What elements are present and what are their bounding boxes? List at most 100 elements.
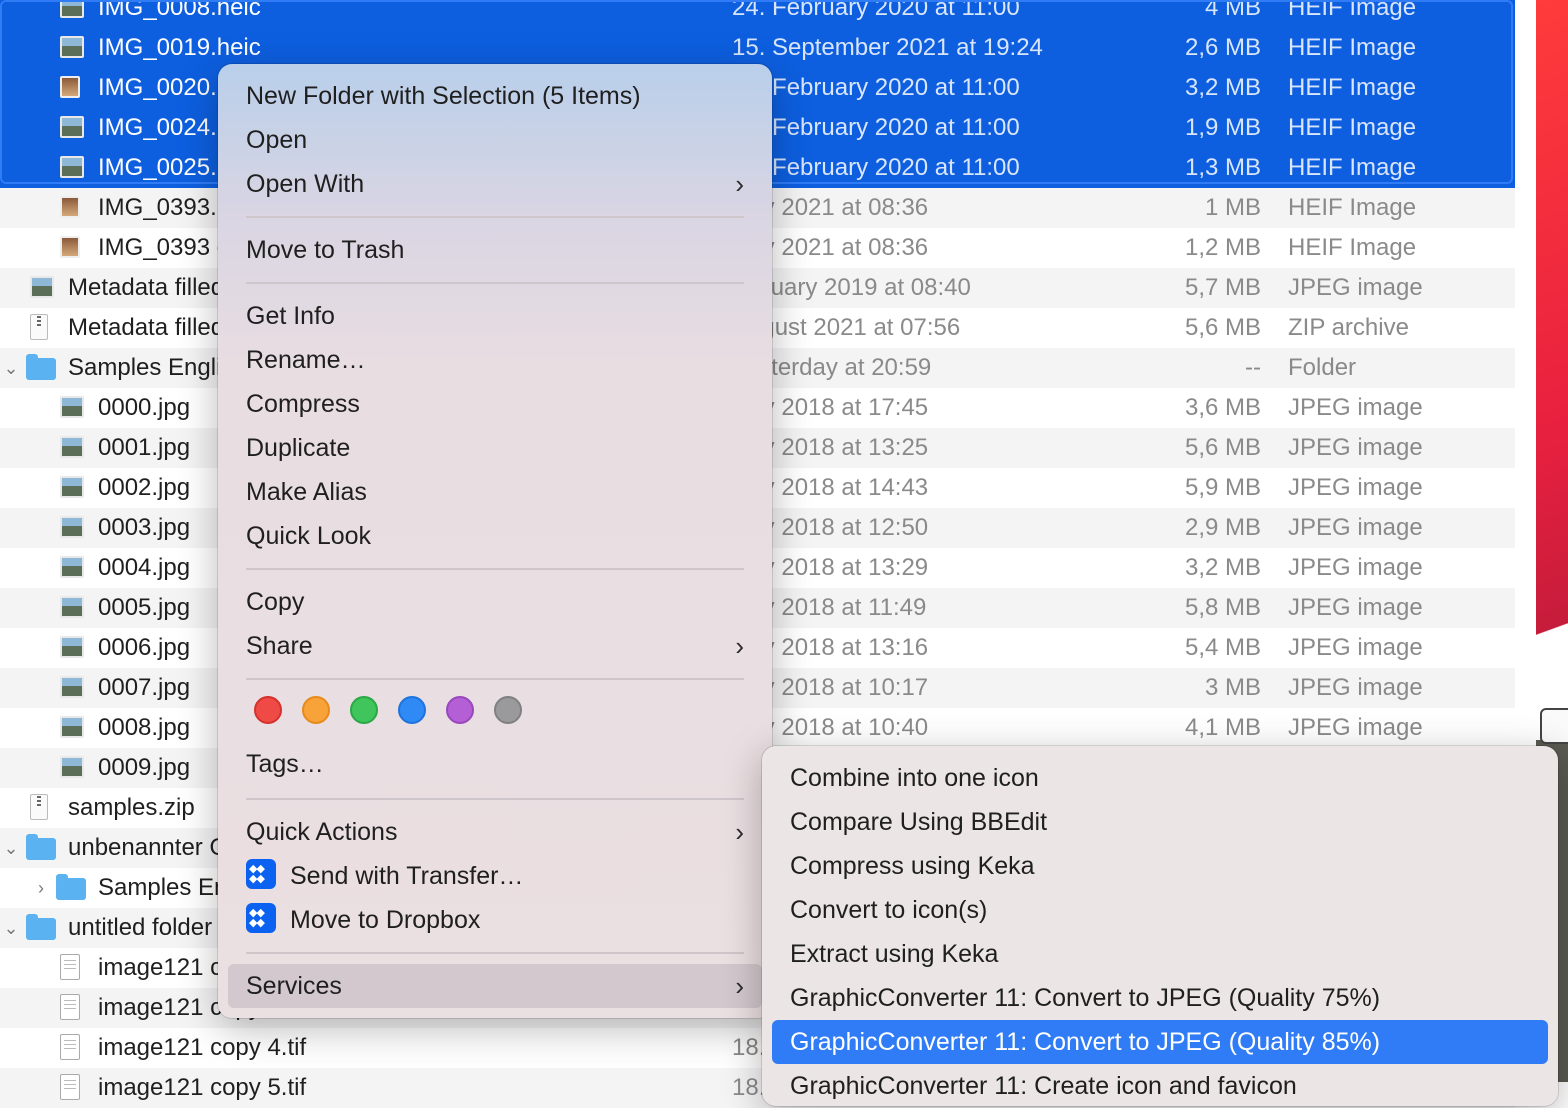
file-date: 24. February 2020 at 11:00 [732,0,1020,21]
menu-item-label: Duplicate [246,434,351,462]
image-file-icon [60,396,84,418]
table-row[interactable]: IMG_0008.heic 24. February 2020 at 11:00 4… [0,0,1515,28]
menu-separator [246,798,744,800]
services-item[interactable]: Combine into one icon [772,756,1548,800]
blue-tag[interactable] [398,696,426,724]
menu-item-label: Send with Transfer… [290,862,524,890]
image-file-icon [60,156,84,178]
menu-item-label: New Folder with Selection (5 Items) [246,82,641,110]
file-size: 5,4 MB [1184,634,1261,661]
image-file-icon [60,556,84,578]
disclosure-closed-icon[interactable]: › [30,868,52,908]
image-file-icon [60,436,84,458]
file-kind: HEIF Image [1288,74,1417,101]
menu-item-quick-look[interactable]: Quick Look [228,514,762,558]
orange-tag[interactable] [302,696,330,724]
file-kind: JPEG image [1288,274,1423,301]
menu-item-label: Rename… [246,346,366,374]
disclosure-open-icon[interactable]: ⌄ [0,348,22,388]
menu-item-label: Move to Dropbox [290,906,481,934]
image-file-icon [60,116,84,138]
zip-file-icon [30,794,48,820]
services-item[interactable]: Compare Using BBEdit [772,800,1548,844]
file-name: IMG_0008.heic [98,0,261,21]
menu-item-duplicate[interactable]: Duplicate [228,426,762,470]
file-date: 15. September 2021 at 19:24 [732,34,1043,61]
green-tag[interactable] [350,696,378,724]
menu-item-move-to-trash[interactable]: Move to Trash [228,228,762,272]
services-item[interactable]: GraphicConverter 11: Convert to JPEG (Qu… [772,976,1548,1020]
menu-item-open[interactable]: Open [228,118,762,162]
menu-item-open-with[interactable]: Open With › [228,162,762,206]
menu-item-compress[interactable]: Compress [228,382,762,426]
menu-item-quick-actions[interactable]: Quick Actions › [228,810,762,854]
menu-item-get-info[interactable]: Get Info [228,294,762,338]
folder-icon [26,914,56,940]
zip-file-icon [30,314,48,340]
menu-separator [246,568,744,570]
file-name: IMG_0019.heic [98,34,261,61]
menu-item-label: Open With [246,170,365,198]
chevron-right-icon: › [735,631,744,661]
menu-item-label: Move to Trash [246,236,405,264]
services-item[interactable]: GraphicConverter 11: Convert to JPEG (Qu… [772,1020,1548,1064]
menu-item-label: Compress using Keka [790,852,1035,880]
menu-item-services[interactable]: Services › [228,964,762,1008]
file-size: 4 MB [1204,0,1261,21]
file-name: image121 copy 4.tif [98,1034,307,1061]
services-item[interactable]: GraphicConverter 11: Create icon and fav… [772,1064,1548,1108]
menu-item-share[interactable]: Share › [228,624,762,668]
menu-item-rename[interactable]: Rename… [228,338,762,382]
file-size: 3,2 MB [1184,74,1261,101]
menu-item-label: Copy [246,588,305,616]
image-file-icon [60,676,84,698]
file-kind: HEIF Image [1288,154,1417,181]
disclosure-open-icon[interactable]: ⌄ [0,908,22,948]
document-file-icon [60,1074,80,1100]
file-kind: JPEG image [1288,474,1423,501]
menu-separator [246,282,744,284]
file-size: 5,9 MB [1184,474,1261,501]
menu-item-label: Get Info [246,302,335,330]
background-window-button[interactable] [1540,708,1568,744]
image-file-icon [30,276,54,298]
red-tag[interactable] [254,696,282,724]
file-kind: Folder [1288,354,1357,381]
image-file-icon [60,236,80,258]
purple-tag[interactable] [446,696,474,724]
image-file-icon [60,76,80,98]
services-item[interactable]: Compress using Keka [772,844,1548,888]
file-date: 18. [732,1034,766,1061]
menu-item-label: Share [246,632,313,660]
file-size: 4,1 MB [1184,714,1261,741]
image-file-icon [60,476,84,498]
file-date: 24. February 2020 at 11:00 [732,74,1020,101]
image-file-icon [60,516,84,538]
document-file-icon [60,1034,80,1060]
table-row[interactable]: IMG_0019.heic 15. September 2021 at 19:24… [0,28,1515,68]
file-kind: HEIF Image [1288,234,1417,261]
menu-item-label: Convert to icon(s) [790,896,988,924]
menu-item-copy[interactable]: Copy [228,580,762,624]
services-item[interactable]: Extract using Keka [772,932,1548,976]
image-file-icon [60,196,80,218]
file-size: 1,3 MB [1184,154,1261,181]
menu-item-move-to-dropbox[interactable]: Move to Dropbox [228,898,762,942]
menu-item-tags[interactable]: Tags… [228,742,762,786]
menu-item-label: Tags… [246,750,324,778]
file-size: 1,9 MB [1184,114,1261,141]
file-size: -- [1245,354,1261,381]
menu-item-label: Compare Using BBEdit [790,808,1048,836]
services-item[interactable]: Convert to icon(s) [772,888,1548,932]
file-kind: JPEG image [1288,674,1423,701]
menu-item-new-folder-with-selection[interactable]: New Folder with Selection (5 Items) [228,74,762,118]
file-kind: JPEG image [1288,394,1423,421]
menu-item-make-alias[interactable]: Make Alias [228,470,762,514]
disclosure-open-icon[interactable]: ⌄ [0,828,22,868]
menu-item-label: Combine into one icon [790,764,1039,792]
file-date: 24. February 2020 at 11:00 [732,154,1020,181]
file-size: 2,9 MB [1184,514,1261,541]
gray-tag[interactable] [494,696,522,724]
menu-item-send-with-transfer[interactable]: Send with Transfer… [228,854,762,898]
file-size: 1 MB [1204,194,1261,221]
